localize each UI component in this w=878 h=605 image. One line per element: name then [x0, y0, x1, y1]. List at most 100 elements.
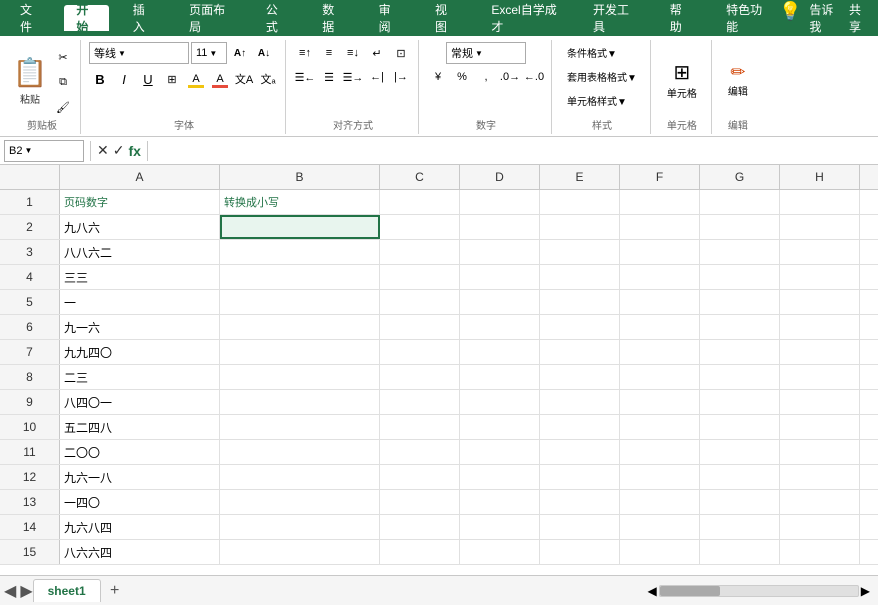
cell-8-C[interactable] [380, 365, 460, 389]
cell-6-I[interactable] [860, 315, 878, 339]
cell-9-G[interactable] [700, 390, 780, 414]
font-shrink-button[interactable]: A↓ [253, 42, 275, 64]
cut-button[interactable]: ✂ [52, 46, 74, 68]
cell-8-D[interactable] [460, 365, 540, 389]
cell-1-F[interactable] [620, 190, 700, 214]
cell-4-C[interactable] [380, 265, 460, 289]
col-header-g[interactable]: G [700, 165, 780, 189]
cell-4-D[interactable] [460, 265, 540, 289]
conditional-format-button[interactable]: 条件格式▼ [560, 42, 624, 63]
cell-3-D[interactable] [460, 240, 540, 264]
font-grow-button[interactable]: A↑ [229, 42, 251, 64]
cell-6-C[interactable] [380, 315, 460, 339]
cell-5-G[interactable] [700, 290, 780, 314]
row-header-4[interactable]: 4 [0, 265, 60, 289]
cell-10-E[interactable] [540, 415, 620, 439]
cell-8-I[interactable] [860, 365, 878, 389]
menu-review[interactable]: 审阅 [367, 5, 411, 31]
col-header-d[interactable]: D [460, 165, 540, 189]
fill-color-button[interactable]: A [185, 68, 207, 90]
cell-3-F[interactable] [620, 240, 700, 264]
align-bottom-button[interactable]: ≡↓ [342, 42, 364, 64]
cell-13-C[interactable] [380, 490, 460, 514]
cell-10-F[interactable] [620, 415, 700, 439]
cell-14-C[interactable] [380, 515, 460, 539]
name-box[interactable]: B2 ▼ [4, 140, 84, 162]
cell-4-b[interactable] [220, 265, 380, 289]
row-header-11[interactable]: 11 [0, 440, 60, 464]
sheet-tab-1[interactable]: sheet1 [33, 579, 101, 602]
cell-9-b[interactable] [220, 390, 380, 414]
cell-14-E[interactable] [540, 515, 620, 539]
cell-13-b[interactable] [220, 490, 380, 514]
row-header-3[interactable]: 3 [0, 240, 60, 264]
cell-12-D[interactable] [460, 465, 540, 489]
cell-5-C[interactable] [380, 290, 460, 314]
cell-12-G[interactable] [700, 465, 780, 489]
cell-2-F[interactable] [620, 215, 700, 239]
cell-11-E[interactable] [540, 440, 620, 464]
cell-10-G[interactable] [700, 415, 780, 439]
cell-10-b[interactable] [220, 415, 380, 439]
cell-7-D[interactable] [460, 340, 540, 364]
cell-15-C[interactable] [380, 540, 460, 564]
cell-6-b[interactable] [220, 315, 380, 339]
cell-6-a[interactable]: 九一六 [60, 315, 220, 339]
cell-11-C[interactable] [380, 440, 460, 464]
align-middle-button[interactable]: ≡ [318, 42, 340, 64]
cell-15-G[interactable] [700, 540, 780, 564]
cell-15-F[interactable] [620, 540, 700, 564]
font-name-selector[interactable]: 等线 ▼ [89, 42, 189, 64]
cell-7-a[interactable]: 九九四〇 [60, 340, 220, 364]
cell-6-F[interactable] [620, 315, 700, 339]
cell-1-a[interactable]: 页码数字 [60, 190, 220, 214]
cell-8-E[interactable] [540, 365, 620, 389]
cell-7-C[interactable] [380, 340, 460, 364]
cell-14-I[interactable] [860, 515, 878, 539]
cell-12-a[interactable]: 九六一八 [60, 465, 220, 489]
cell-12-C[interactable] [380, 465, 460, 489]
cell-15-H[interactable] [780, 540, 860, 564]
cell-2-I[interactable] [860, 215, 878, 239]
cell-11-a[interactable]: 二〇〇 [60, 440, 220, 464]
cell-4-H[interactable] [780, 265, 860, 289]
number-format-selector[interactable]: 常规 ▼ [446, 42, 526, 64]
cells-button[interactable]: ⊞ 单元格 [659, 56, 705, 104]
cell-9-E[interactable] [540, 390, 620, 414]
cell-9-H[interactable] [780, 390, 860, 414]
row-header-2[interactable]: 2 [0, 215, 60, 239]
font-format-more[interactable]: 文A [233, 68, 255, 90]
cell-13-D[interactable] [460, 490, 540, 514]
decrease-decimal-button[interactable]: ←.0 [523, 66, 545, 88]
cell-10-D[interactable] [460, 415, 540, 439]
increase-decimal-button[interactable]: .0→ [499, 66, 521, 88]
percent-button[interactable]: % [451, 66, 473, 88]
cell-12-F[interactable] [620, 465, 700, 489]
currency-button[interactable]: ¥ [427, 66, 449, 88]
col-header-f[interactable]: F [620, 165, 700, 189]
row-header-9[interactable]: 9 [0, 390, 60, 414]
cell-4-F[interactable] [620, 265, 700, 289]
cell-2-b[interactable] [220, 215, 380, 239]
cell-8-F[interactable] [620, 365, 700, 389]
cell-1-E[interactable] [540, 190, 620, 214]
cell-7-G[interactable] [700, 340, 780, 364]
comma-button[interactable]: , [475, 66, 497, 88]
cell-9-C[interactable] [380, 390, 460, 414]
increase-indent-button[interactable]: |→ [390, 66, 412, 88]
formula-input[interactable] [154, 140, 874, 162]
cell-8-G[interactable] [700, 365, 780, 389]
cell-3-C[interactable] [380, 240, 460, 264]
menu-formulas[interactable]: 公式 [254, 5, 298, 31]
cell-6-H[interactable] [780, 315, 860, 339]
menu-file[interactable]: 文件 [8, 5, 52, 31]
cell-13-E[interactable] [540, 490, 620, 514]
cell-15-b[interactable] [220, 540, 380, 564]
menu-insert[interactable]: 插入 [121, 5, 165, 31]
cell-13-H[interactable] [780, 490, 860, 514]
copy-button[interactable]: ⧉ [52, 71, 74, 93]
cell-13-I[interactable] [860, 490, 878, 514]
cell-2-C[interactable] [380, 215, 460, 239]
cell-3-H[interactable] [780, 240, 860, 264]
row-header-13[interactable]: 13 [0, 490, 60, 514]
